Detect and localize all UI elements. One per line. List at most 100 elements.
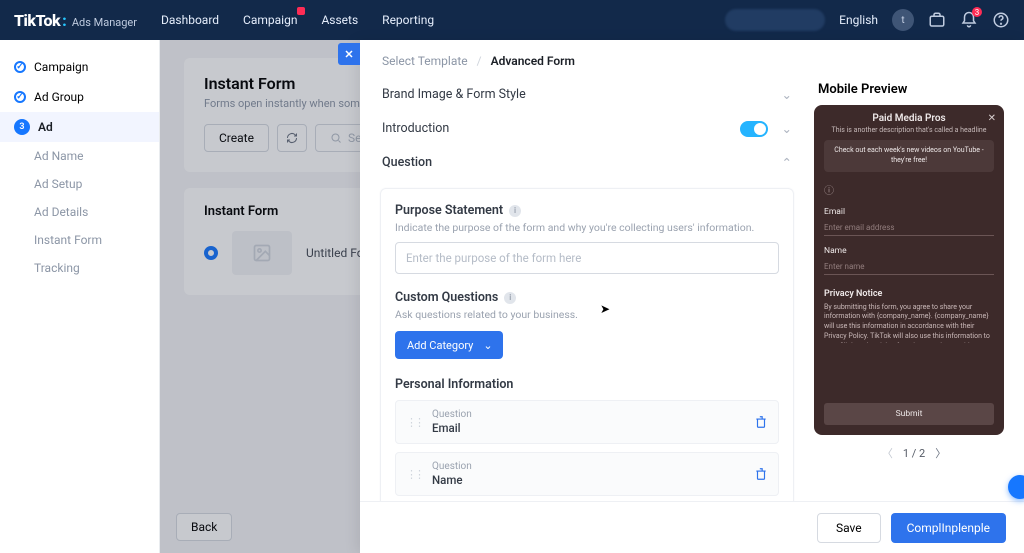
brand-logo[interactable]: TikTok: Ads Manager — [14, 11, 137, 30]
trash-icon — [754, 467, 768, 481]
drawer-footer: Save ComplInplenple — [360, 501, 1024, 553]
nav-campaign[interactable]: Campaign — [243, 13, 297, 27]
sidebar-item-label: Ad — [38, 120, 53, 134]
preview-subtitle: This is another description that's calle… — [824, 126, 994, 134]
section-label: Brand Image & Form Style — [382, 87, 526, 102]
drawer-close-button[interactable] — [338, 43, 360, 65]
trash-icon — [754, 415, 768, 429]
chevron-down-icon: ⌄ — [782, 121, 792, 137]
purpose-label: Purpose Statement i — [395, 203, 779, 218]
sidebar-sub-adsetup[interactable]: Ad Setup — [0, 170, 159, 198]
notifications-button[interactable]: 3 — [960, 11, 978, 29]
check-icon: ✓ — [14, 91, 26, 103]
preview-submit-button[interactable]: Submit — [824, 403, 994, 425]
avatar[interactable]: t — [892, 9, 914, 31]
custom-questions-help: Ask questions related to your business. — [395, 308, 779, 321]
section-label: Introduction — [382, 121, 449, 136]
delete-button[interactable] — [754, 467, 768, 481]
chevron-down-icon: ⌄ — [782, 87, 792, 103]
nav-dashboard[interactable]: Dashboard — [161, 13, 219, 27]
custom-questions-label: Custom Questions i — [395, 290, 779, 305]
nav-assets[interactable]: Assets — [321, 13, 358, 27]
pager-next-icon[interactable]: 〉 — [935, 445, 946, 461]
sidebar-sub-addetails[interactable]: Ad Details — [0, 198, 159, 226]
personal-info-value: Name — [432, 473, 472, 488]
brand-colon: : — [62, 11, 67, 30]
pager-prev-icon[interactable]: 〈 — [882, 445, 893, 461]
check-icon: ✓ — [14, 61, 26, 73]
purpose-label-text: Purpose Statement — [395, 203, 503, 218]
preview-privacy-body: By submitting this form, you agree to sh… — [824, 303, 994, 343]
preview-title: Paid Media Pros — [824, 113, 994, 124]
preview-email-label: Email — [824, 207, 994, 217]
nav-campaign-badge — [297, 7, 305, 15]
add-category-button[interactable]: Add Category ⌄ — [395, 331, 503, 359]
breadcrumb-root[interactable]: Select Template — [382, 54, 468, 68]
personal-info-label: Personal Information — [395, 377, 779, 392]
personal-info-item-email[interactable]: ⋮⋮ Question Email — [395, 400, 779, 444]
chevron-up-icon: ⌃ — [782, 155, 792, 171]
mobile-preview-heading: Mobile Preview — [814, 82, 1014, 97]
brand-name: TikTok — [14, 11, 60, 30]
close-icon — [343, 48, 355, 60]
preview-pager: 〈 1 / 2 〉 — [814, 445, 1014, 461]
personal-info-item-name[interactable]: ⋮⋮ Question Name — [395, 452, 779, 496]
section-question[interactable]: Question ⌃ — [370, 146, 804, 180]
question-settings-card: Purpose Statement i Indicate the purpose… — [380, 188, 794, 501]
preview-close-icon[interactable]: ✕ — [988, 113, 996, 124]
nav-right: English t 3 — [725, 9, 1010, 31]
step-number-icon: 3 — [14, 119, 30, 135]
sidebar-item-label: Campaign — [34, 60, 88, 74]
sidebar-sub-instantform[interactable]: Instant Form — [0, 226, 159, 254]
sidebar-item-label: Ad Group — [34, 90, 84, 104]
nav-campaign-label: Campaign — [243, 13, 297, 27]
left-sidebar: ✓ Campaign ✓ Ad Group 3 Ad Ad Name Ad Se… — [0, 40, 160, 553]
introduction-toggle[interactable] — [740, 121, 768, 137]
delete-button[interactable] — [754, 415, 768, 429]
mobile-preview-frame: ✕ Paid Media Pros This is another descri… — [814, 105, 1004, 435]
sidebar-sub-adname[interactable]: Ad Name — [0, 142, 159, 170]
complete-button[interactable]: ComplInplenple — [891, 513, 1006, 543]
language-selector[interactable]: English — [839, 13, 878, 27]
pager-indicator: 1 / 2 — [903, 447, 925, 460]
form-builder-column: Brand Image & Form Style ⌄ Introduction … — [370, 78, 804, 501]
drag-handle-icon[interactable]: ⋮⋮ — [406, 468, 422, 481]
sidebar-sub-tracking[interactable]: Tracking — [0, 254, 159, 282]
save-button[interactable]: Save — [817, 513, 881, 543]
top-navigation: TikTok: Ads Manager Dashboard Campaign A… — [0, 0, 1024, 40]
sidebar-item-campaign[interactable]: ✓ Campaign — [0, 52, 159, 82]
info-icon[interactable]: i — [509, 205, 521, 217]
nav-reporting[interactable]: Reporting — [382, 13, 434, 27]
breadcrumb: Select Template / Advanced Form — [360, 40, 1024, 78]
preview-name-label: Name — [824, 246, 994, 256]
info-icon[interactable]: i — [504, 292, 516, 304]
purpose-input[interactable] — [395, 242, 779, 274]
section-brand-style[interactable]: Brand Image & Form Style ⌄ — [370, 78, 804, 112]
help-icon[interactable] — [992, 11, 1010, 29]
sidebar-item-ad[interactable]: 3 Ad — [0, 112, 159, 142]
add-category-label: Add Category — [407, 339, 473, 352]
chevron-down-icon: ⌄ — [483, 339, 492, 352]
account-selector[interactable] — [725, 9, 825, 31]
bell-badge: 3 — [972, 7, 982, 17]
briefcase-icon[interactable] — [928, 11, 946, 29]
personal-info-caption: Question — [432, 460, 472, 473]
sidebar-item-adgroup[interactable]: ✓ Ad Group — [0, 82, 159, 112]
preview-privacy-heading: Privacy Notice — [824, 289, 994, 299]
preview-info-icon: ⓘ — [824, 182, 994, 197]
personal-info-caption: Question — [432, 408, 472, 421]
preview-email-input[interactable] — [824, 219, 994, 236]
brand-subtitle: Ads Manager — [72, 16, 137, 29]
section-introduction[interactable]: Introduction ⌄ — [370, 112, 804, 146]
form-editor-drawer: Select Template / Advanced Form Brand Im… — [360, 40, 1024, 553]
mobile-preview-column: Mobile Preview ✕ Paid Media Pros This is… — [814, 78, 1014, 501]
preview-name-input[interactable] — [824, 258, 994, 275]
section-label: Question — [382, 155, 432, 170]
custom-questions-label-text: Custom Questions — [395, 290, 498, 305]
breadcrumb-separator: / — [477, 54, 482, 68]
nav-items: Dashboard Campaign Assets Reporting — [161, 13, 434, 27]
preview-banner: Check out each week's new videos on YouT… — [824, 140, 994, 172]
drag-handle-icon[interactable]: ⋮⋮ — [406, 416, 422, 429]
breadcrumb-current: Advanced Form — [491, 54, 575, 68]
purpose-help: Indicate the purpose of the form and why… — [395, 221, 779, 234]
